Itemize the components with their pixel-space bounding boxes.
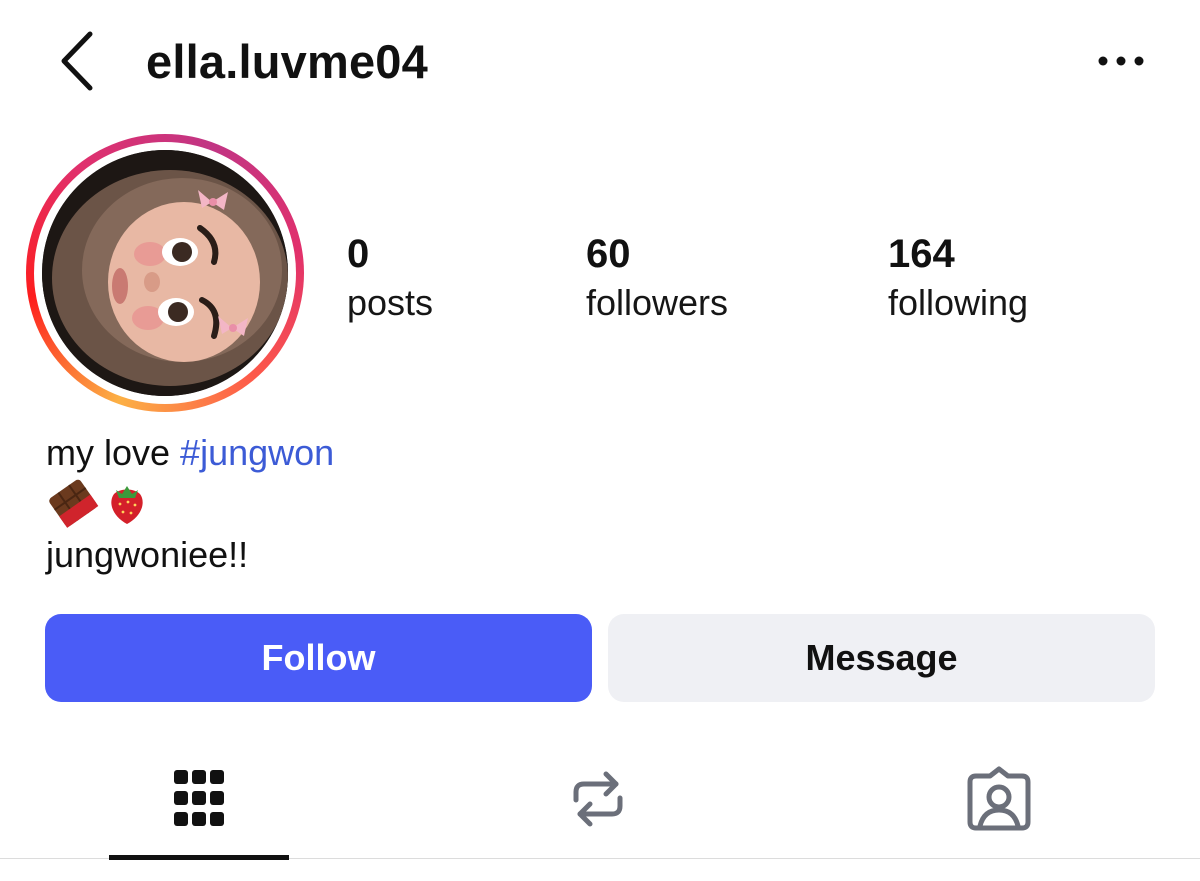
tab-posts-grid[interactable]: [168, 766, 230, 832]
back-button[interactable]: [52, 28, 112, 94]
active-tab-indicator: [109, 855, 289, 860]
followers-label[interactable]: followers: [586, 283, 728, 323]
bio-emojis: [46, 478, 156, 528]
avatar[interactable]: [42, 150, 288, 396]
repost-icon: [573, 771, 623, 827]
bio-line: jungwoniee!!: [46, 534, 249, 575]
profile-username: ella.luvme04: [146, 35, 428, 88]
message-button[interactable]: Message: [608, 614, 1155, 702]
posts-label: posts: [347, 282, 434, 323]
bio-text: my love: [46, 432, 181, 473]
more-horizontal-icon: [1098, 56, 1144, 66]
avatar-image: [42, 150, 288, 396]
tab-reposts[interactable]: [566, 766, 630, 832]
posts-count: 0: [347, 232, 370, 276]
following-count[interactable]: 164: [888, 232, 955, 276]
chocolate-bar-icon: [49, 479, 99, 528]
bio-line: my love #jungwon: [46, 432, 334, 474]
tagged-user-icon: [967, 766, 1031, 831]
following-label[interactable]: following: [888, 283, 1028, 323]
followers-count[interactable]: 60: [586, 232, 631, 276]
bio-hashtag-link[interactable]: #jungwon: [180, 432, 334, 473]
follow-button[interactable]: Follow: [45, 614, 592, 702]
chevron-left-icon: [61, 31, 93, 91]
more-options-button[interactable]: [1092, 46, 1152, 76]
grid-icon: [174, 770, 224, 826]
strawberry-icon: [111, 486, 143, 524]
tab-tagged[interactable]: [964, 766, 1034, 832]
